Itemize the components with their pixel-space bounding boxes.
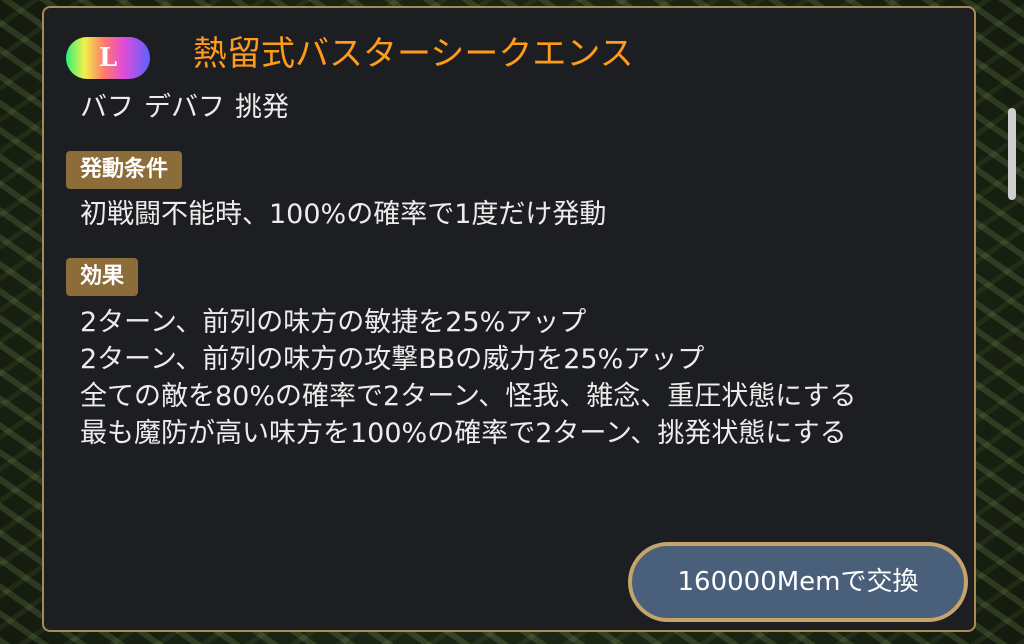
effect-line: 全ての敵を80%の確率で2ターン、怪我、雑念、重圧状態にする	[80, 381, 857, 412]
rarity-badge: L	[66, 37, 150, 79]
exchange-button[interactable]: 160000Memで交換	[628, 542, 968, 622]
tag-taunt: 挑発	[235, 92, 289, 123]
tag-buff: バフ	[80, 92, 134, 123]
effect-label: 効果	[66, 258, 139, 296]
effect-line: 2ターン、前列の味方の敏捷を25%アップ	[80, 307, 587, 338]
tag-debuff: デバフ	[144, 92, 225, 123]
condition-label: 発動条件	[66, 151, 183, 189]
skill-tags: バフ デバフ 挑発	[80, 88, 299, 128]
skill-title: 熱留式バスターシークエンス	[193, 34, 634, 74]
effect-list: 2ターン、前列の味方の敏捷を25%アップ 2ターン、前列の味方の攻撃BBの威力を…	[80, 304, 857, 452]
condition-text: 初戦闘不能時、100%の確率で1度だけ発動	[80, 199, 607, 230]
effect-line: 最も魔防が高い味方を100%の確率で2ターン、挑発状態にする	[80, 418, 847, 449]
scrollbar-thumb[interactable]	[1008, 108, 1016, 200]
effect-line: 2ターン、前列の味方の攻撃BBの威力を25%アップ	[80, 344, 705, 375]
